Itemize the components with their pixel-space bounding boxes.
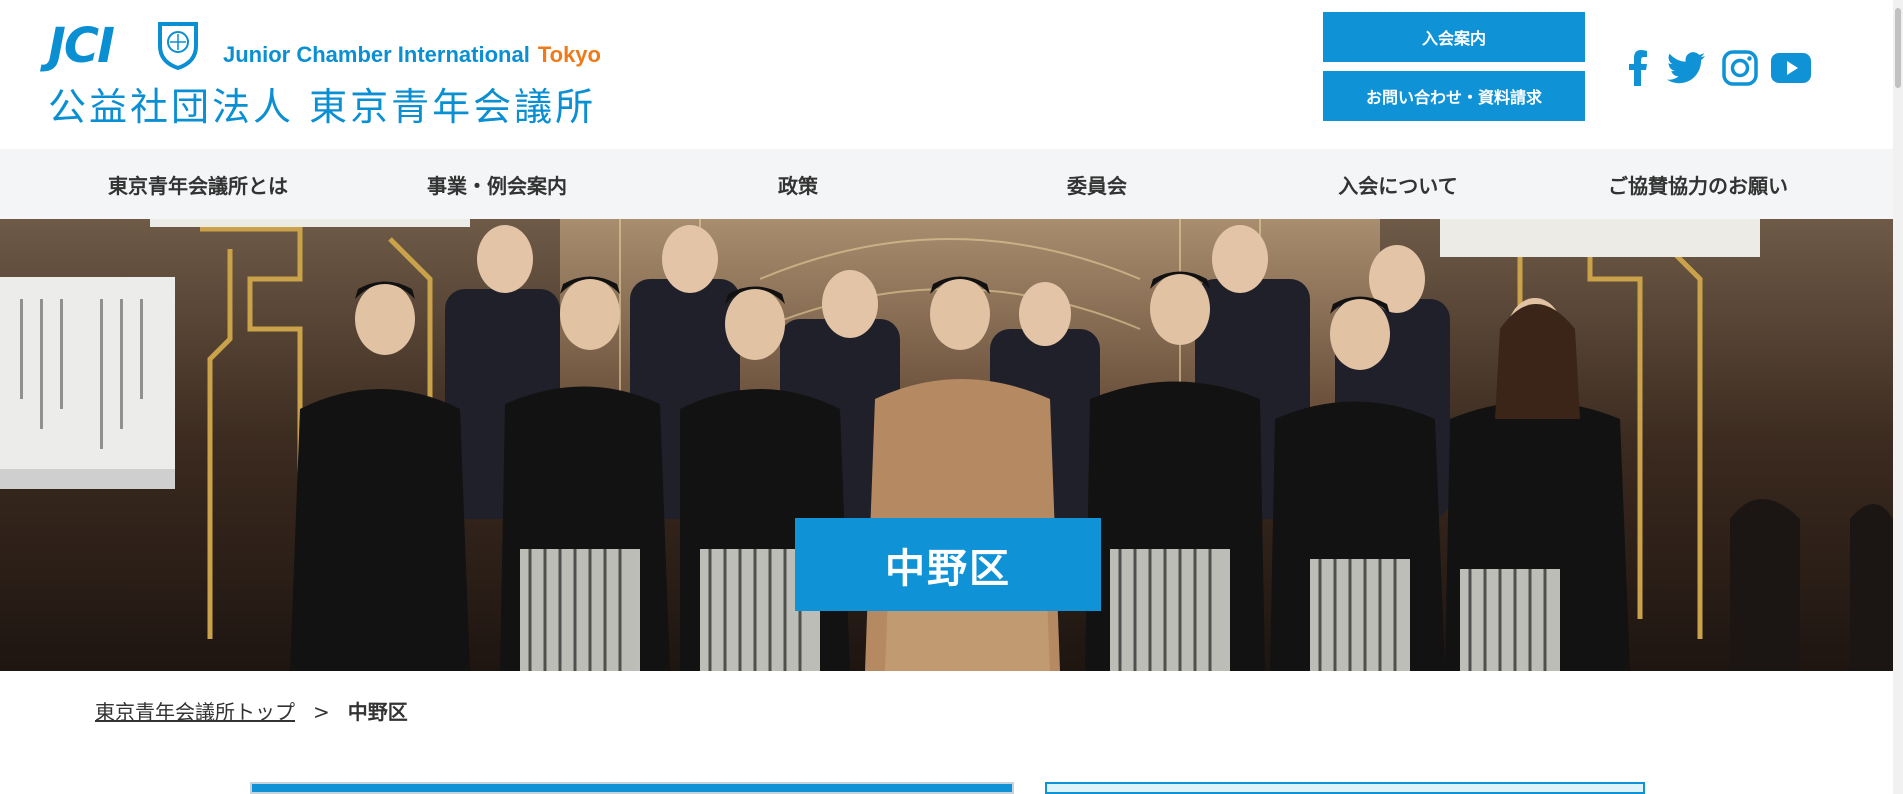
logo-tokyo: Tokyo (537, 42, 601, 67)
nav-item-committees[interactable]: 委員会 (1035, 149, 1159, 219)
nav-item-events[interactable]: 事業・例会案内 (392, 149, 602, 219)
contact-button[interactable]: お問い合わせ・資料請求 (1323, 71, 1585, 121)
main-nav: 東京青年会議所とは 事業・例会案内 政策 委員会 入会について ご協賛協力のお願… (0, 149, 1893, 219)
facebook-icon (1629, 50, 1647, 86)
nav-item-membership[interactable]: 入会について (1308, 149, 1488, 219)
breadcrumb-separator: > (313, 700, 330, 724)
logo-mark: JCI (48, 18, 115, 74)
logo-english-text: Junior Chamber International Tokyo (223, 42, 601, 68)
nav-item-about[interactable]: 東京青年会議所とは (83, 149, 313, 219)
logo-english: Junior Chamber International (223, 42, 530, 67)
shield-icon (158, 22, 198, 70)
breadcrumb-home-link[interactable]: 東京青年会議所トップ (95, 700, 295, 724)
twitter-icon (1667, 52, 1705, 84)
youtube-link[interactable] (1770, 48, 1812, 88)
breadcrumb: 東京青年会議所トップ > 中野区 (95, 696, 408, 725)
hero-title: 中野区 (795, 518, 1101, 611)
content-card-right[interactable] (1045, 782, 1645, 794)
instagram-link[interactable] (1720, 48, 1760, 88)
hero-banner: 中野区 (0, 219, 1893, 671)
logo-japanese: 公益社団法人 東京青年会議所 (48, 85, 597, 129)
page-scrollbar[interactable] (1893, 0, 1903, 794)
nav-item-policy[interactable]: 政策 (740, 149, 856, 219)
site-logo[interactable]: JCI Junior Chamber International Tokyo 公益… (48, 18, 648, 129)
instagram-icon (1722, 50, 1758, 86)
scrollbar-thumb[interactable] (1895, 8, 1901, 88)
twitter-link[interactable] (1666, 48, 1706, 88)
join-button[interactable]: 入会案内 (1323, 12, 1585, 62)
site-header: JCI Junior Chamber International Tokyo 公益… (0, 0, 1893, 149)
content-card-left[interactable] (250, 782, 1014, 794)
nav-item-sponsorship[interactable]: ご協賛協力のお願い (1578, 149, 1818, 219)
facebook-link[interactable] (1623, 48, 1653, 88)
youtube-icon (1771, 53, 1811, 83)
breadcrumb-current: 中野区 (347, 700, 408, 724)
